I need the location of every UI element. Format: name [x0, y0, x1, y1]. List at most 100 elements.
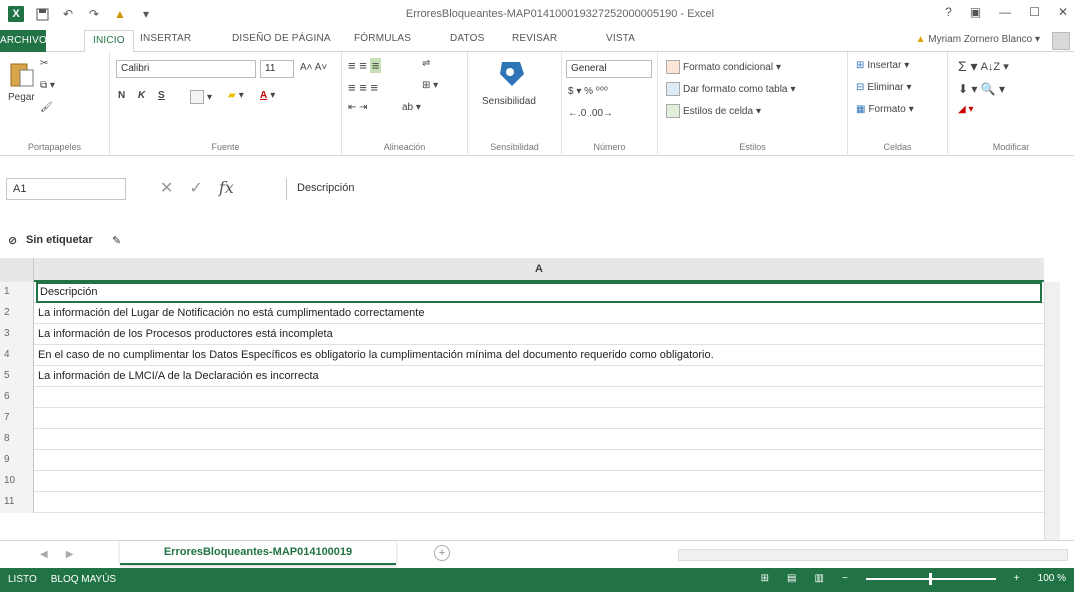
tab-view[interactable]: VISTA: [606, 33, 635, 44]
format-painter-icon[interactable]: 🖌: [40, 102, 53, 113]
conditional-format-button[interactable]: Formato condicional ▾: [666, 60, 781, 74]
page-layout-view-icon[interactable]: ▤: [787, 573, 796, 584]
cancel-icon[interactable]: ✕: [160, 178, 173, 198]
merge-icon[interactable]: ⊞ ▾: [422, 80, 438, 91]
zoom-level[interactable]: 100 %: [1038, 573, 1066, 584]
cell-a8[interactable]: [36, 429, 1042, 450]
row-header[interactable]: 5: [0, 366, 34, 387]
zoom-in-icon[interactable]: +: [1014, 573, 1020, 584]
cell-a6[interactable]: [36, 387, 1042, 408]
cell-a10[interactable]: [36, 471, 1042, 492]
insert-cells-button[interactable]: ⊞ Insertar ▾: [856, 60, 909, 71]
indent-icon[interactable]: ⇤ ⇥: [348, 102, 368, 113]
tab-home[interactable]: INICIO: [84, 30, 134, 53]
delete-cells-button[interactable]: ⊟ Eliminar ▾: [856, 82, 912, 93]
format-cells-button[interactable]: ▦ Formato ▾: [856, 104, 914, 115]
page-break-view-icon[interactable]: ▥: [815, 573, 824, 584]
vertical-scrollbar[interactable]: [1044, 282, 1060, 540]
tab-formulas[interactable]: FÓRMULAS: [354, 33, 411, 44]
customize-qat-icon[interactable]: ▾: [138, 6, 154, 22]
minimize-icon[interactable]: —: [999, 5, 1011, 19]
align-top-icon[interactable]: ≡ ≡ ≡: [348, 58, 382, 73]
row-header[interactable]: 3: [0, 324, 34, 345]
cell-a4[interactable]: En el caso de no cumplimentar los Datos …: [36, 345, 1042, 366]
tab-review[interactable]: REVISAR: [512, 33, 557, 44]
format-as-table-button[interactable]: Dar formato como tabla ▾: [666, 82, 796, 96]
currency-icon[interactable]: $ ▾ % ⁰⁰⁰: [568, 86, 608, 97]
row-header[interactable]: 6: [0, 387, 34, 408]
bold-button[interactable]: N: [118, 90, 125, 101]
cell-a3[interactable]: La información de los Procesos productor…: [36, 324, 1042, 345]
row-header[interactable]: 7: [0, 408, 34, 429]
sheet-prev-icon[interactable]: ◀: [40, 549, 48, 560]
row-header[interactable]: 4: [0, 345, 34, 366]
save-icon[interactable]: [34, 6, 50, 22]
zoom-thumb[interactable]: [928, 572, 932, 585]
clear-icon[interactable]: ◢ ▾: [958, 104, 974, 115]
fill-icon[interactable]: ⬇ ▾ 🔍 ▾: [958, 82, 1005, 96]
align-left-icon[interactable]: ≡ ≡ ≡: [348, 80, 378, 95]
sheet-tab-active[interactable]: ErroresBloqueantes-MAP014100019: [120, 541, 396, 565]
row-header[interactable]: 11: [0, 492, 34, 513]
autosum-icon[interactable]: Σ ▾ A↓Z ▾: [958, 58, 1009, 75]
add-sheet-button[interactable]: +: [434, 545, 450, 561]
number-format-select[interactable]: General: [566, 60, 652, 78]
cell-a5[interactable]: La información de LMCI/A de la Declaraci…: [36, 366, 1042, 387]
help-icon[interactable]: ?: [945, 5, 952, 19]
row-header[interactable]: 1: [0, 282, 34, 303]
row-header[interactable]: 9: [0, 450, 34, 471]
borders-icon[interactable]: ▾: [190, 90, 212, 104]
decimal-icon[interactable]: ←.0 .00→: [568, 108, 613, 119]
enter-icon[interactable]: ✓: [189, 178, 202, 198]
select-all-corner[interactable]: [0, 258, 34, 282]
paste-button[interactable]: Pegar: [8, 92, 35, 103]
close-icon[interactable]: ✕: [1058, 5, 1068, 19]
row-header[interactable]: 10: [0, 471, 34, 492]
fill-color-icon[interactable]: ▲: [112, 6, 128, 22]
tab-file[interactable]: ARCHIVO: [0, 30, 47, 52]
normal-view-icon[interactable]: ⊞: [761, 573, 769, 584]
insert-function-icon[interactable]: fx: [219, 178, 234, 198]
column-header-a[interactable]: A: [34, 258, 1044, 282]
cut-icon[interactable]: ✂: [40, 58, 48, 69]
cell-styles-button[interactable]: Estilos de celda ▾: [666, 104, 761, 118]
wrap-text-icon[interactable]: ⇌: [422, 58, 430, 69]
paste-icon[interactable]: [8, 60, 36, 90]
cell-a9[interactable]: [36, 450, 1042, 471]
sensitivity-button[interactable]: Sensibilidad: [482, 96, 536, 107]
maximize-icon[interactable]: ☐: [1029, 5, 1040, 19]
cell-a11[interactable]: [36, 492, 1042, 513]
redo-icon[interactable]: ↷: [86, 6, 102, 22]
tab-data[interactable]: DATOS: [450, 33, 485, 44]
formula-input[interactable]: Descripción: [286, 178, 1068, 200]
edit-pencil-icon[interactable]: ✎: [112, 234, 121, 247]
copy-icon[interactable]: ⧉ ▾: [40, 80, 55, 91]
row-header[interactable]: 8: [0, 429, 34, 450]
tab-insert[interactable]: INSERTAR: [140, 33, 191, 44]
fill-color-button[interactable]: ▰ ▾: [228, 90, 244, 101]
row-header[interactable]: 2: [0, 303, 34, 324]
name-box[interactable]: A1: [6, 178, 126, 200]
font-grow-icon[interactable]: A˄ A˅: [300, 62, 327, 73]
font-name-select[interactable]: Calibri: [116, 60, 256, 78]
sheet-next-icon[interactable]: ▶: [66, 549, 74, 560]
italic-button[interactable]: K: [138, 90, 145, 101]
undo-icon[interactable]: ↶: [60, 6, 76, 22]
sensitivity-icon[interactable]: [498, 58, 526, 88]
zoom-slider[interactable]: [865, 572, 996, 585]
user-name[interactable]: ▲ Myriam Zornero Blanco ▾: [916, 34, 1040, 45]
sensitivity-label[interactable]: Sin etiquetar: [26, 234, 93, 246]
tab-page-layout[interactable]: DISEÑO DE PÁGINA: [232, 33, 331, 44]
cells-group-label: Celdas: [883, 142, 912, 152]
cell-a1[interactable]: Descripción: [36, 282, 1042, 303]
ribbon-display-icon[interactable]: ▣: [970, 5, 981, 19]
font-size-select[interactable]: 11: [260, 60, 294, 78]
cell-a2[interactable]: La información del Lugar de Notificación…: [36, 303, 1042, 324]
underline-button[interactable]: S: [158, 90, 165, 101]
cell-a7[interactable]: [36, 408, 1042, 429]
orientation-icon[interactable]: ab ▾: [402, 102, 421, 113]
avatar[interactable]: [1052, 32, 1070, 50]
zoom-out-icon[interactable]: −: [842, 573, 848, 584]
font-color-button[interactable]: A ▾: [260, 90, 275, 101]
horizontal-scrollbar[interactable]: [678, 549, 1068, 561]
